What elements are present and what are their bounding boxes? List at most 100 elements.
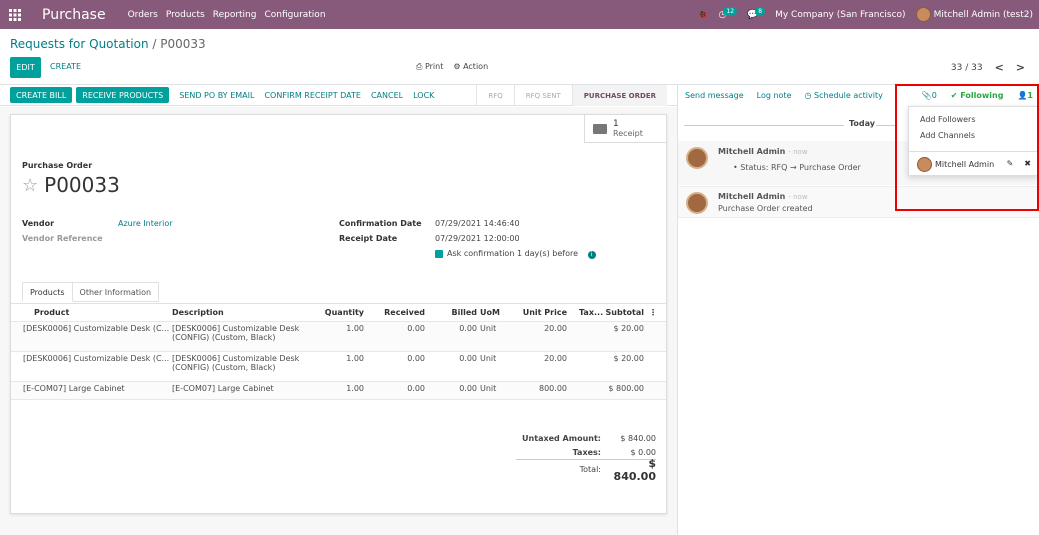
print-menu[interactable]: ⎙ Print <box>416 62 443 72</box>
followers-button[interactable]: 👤1 <box>1017 91 1033 100</box>
message-time: - now <box>788 193 808 201</box>
star-icon[interactable]: ☆ <box>22 175 38 196</box>
stage-rfq[interactable]: RFQ <box>476 85 513 106</box>
clock-icon: ◷ <box>804 91 812 100</box>
form-type-label: Purchase Order <box>22 161 93 170</box>
total-row: Total: $ 840.00 <box>516 457 656 483</box>
untaxed-row: Untaxed Amount: $ 840.00 <box>516 431 656 445</box>
follower-item[interactable]: Mitchell Admin <box>917 157 994 172</box>
ask-confirmation-checkbox[interactable] <box>435 249 443 258</box>
menu-orders[interactable]: Orders <box>128 10 158 20</box>
receive-products-button[interactable]: RECEIVE PRODUCTS <box>76 87 170 103</box>
edit-follower-icon[interactable]: ✎ <box>1007 159 1014 168</box>
cell-quantity: 1.00 <box>346 324 364 333</box>
follower-avatar <box>917 157 932 172</box>
action-menu[interactable]: ⚙ Action <box>453 62 488 72</box>
activity-menu[interactable]: ◷12 <box>719 6 738 20</box>
pager-next-icon[interactable]: > <box>1016 61 1025 74</box>
followers-bar: 📎0 ✔ Following 👤1 <box>922 91 1033 100</box>
menu-configuration[interactable]: Configuration <box>264 10 325 20</box>
edit-button[interactable]: EDIT <box>10 57 41 78</box>
stage-purchase-order[interactable]: PURCHASE ORDER <box>571 85 667 106</box>
author-avatar[interactable] <box>686 192 708 214</box>
author-name[interactable]: Mitchell Admin <box>718 147 785 156</box>
cell-billed: 0.00 <box>459 354 477 363</box>
message-body: Purchase Order created <box>718 204 813 213</box>
order-lines-table: Product Description Quantity Received Bi… <box>11 303 666 400</box>
check-icon: ✔ <box>950 91 958 100</box>
user-menu[interactable]: Mitchell Admin (test2) <box>915 7 1033 22</box>
pager-previous-icon[interactable]: < <box>995 61 1004 74</box>
author-avatar[interactable] <box>686 147 708 169</box>
total-value: $ 840.00 <box>613 456 656 483</box>
cell-uom: Unit <box>480 324 497 333</box>
column-quantity[interactable]: Quantity <box>312 306 364 319</box>
action-label: Action <box>463 62 489 71</box>
column-product[interactable]: Product <box>11 306 172 319</box>
cancel-button[interactable]: CANCEL <box>371 91 403 100</box>
receipt-smart-button[interactable]: 1 Receipt <box>584 115 666 143</box>
breadcrumb-parent[interactable]: Requests for Quotation <box>10 37 149 51</box>
column-billed[interactable]: Billed <box>425 306 477 319</box>
schedule-activity-label: Schedule activity <box>814 91 883 100</box>
ask-confirmation-label: Ask confirmation <box>447 249 515 258</box>
vendor-field[interactable]: Azure Interior <box>118 219 173 228</box>
ask-confirmation-row: Ask confirmation 1 day(s) before i <box>435 249 596 259</box>
log-note-button[interactable]: Log note <box>757 91 792 100</box>
stage-rfq-sent[interactable]: RFQ SENT <box>513 85 572 106</box>
cell-description: [E-COM07] Large Cabinet <box>172 384 274 393</box>
column-unit-price[interactable]: Unit Price <box>507 306 567 319</box>
pager-value[interactable]: 33 / 33 <box>951 63 983 73</box>
company-switcher[interactable]: My Company (San Francisco) <box>775 10 905 20</box>
record-title: ☆ P00033 <box>22 173 120 197</box>
print-icon: ⎙ <box>416 62 423 71</box>
table-row[interactable]: [DESK0006] Customizable Desk (C... [DESK… <box>11 352 666 382</box>
add-followers-item[interactable]: Add Followers <box>920 115 976 124</box>
create-bill-button[interactable]: CREATE BILL <box>10 87 73 103</box>
create-button[interactable]: CREATE <box>50 62 81 71</box>
top-navbar: Purchase Orders Products Reporting Confi… <box>0 0 1039 29</box>
send-po-email-button[interactable]: SEND PO BY EMAIL <box>179 91 254 100</box>
info-icon[interactable]: i <box>587 251 596 259</box>
messages-badge: 8 <box>755 6 766 16</box>
taxes-value: $ 0.00 <box>630 447 656 457</box>
message-time: - now <box>788 148 808 156</box>
column-description[interactable]: Description <box>172 306 312 319</box>
cell-uom: Unit <box>480 384 497 393</box>
author-name[interactable]: Mitchell Admin <box>718 192 785 201</box>
column-taxes[interactable]: Tax... <box>567 306 603 319</box>
confirm-receipt-date-button[interactable]: CONFIRM RECEIPT DATE <box>264 91 361 100</box>
menu-reporting[interactable]: Reporting <box>213 10 257 20</box>
cell-subtotal: $ 20.00 <box>613 354 644 363</box>
breadcrumb: Requests for Quotation / P00033 <box>10 37 206 51</box>
column-subtotal[interactable]: Subtotal <box>600 306 644 319</box>
lock-button[interactable]: LOCK <box>413 91 434 100</box>
add-channels-item[interactable]: Add Channels <box>920 131 975 140</box>
table-row[interactable]: [DESK0006] Customizable Desk (C... [DESK… <box>11 322 666 352</box>
table-row[interactable]: [E-COM07] Large Cabinet [E-COM07] Large … <box>11 382 666 400</box>
confirmation-date-field: 07/29/2021 14:46:40 <box>435 219 520 228</box>
column-uom[interactable]: UoM <box>477 306 507 319</box>
attachments-button[interactable]: 📎0 <box>922 91 937 100</box>
following-button[interactable]: ✔ Following <box>951 91 1004 100</box>
optional-columns-icon[interactable]: ⋮ <box>644 306 662 319</box>
table-header: Product Description Quantity Received Bi… <box>11 304 666 322</box>
separator-line-right <box>876 125 896 126</box>
schedule-activity-button[interactable]: ◷ Schedule activity <box>805 91 883 100</box>
cell-taxes <box>567 352 600 356</box>
followers-count: 1 <box>1027 91 1033 100</box>
untaxed-label: Untaxed Amount: <box>522 433 601 443</box>
tab-products[interactable]: Products <box>22 282 73 302</box>
bug-icon[interactable]: 🐞 <box>697 10 708 20</box>
apps-menu-icon[interactable] <box>0 8 30 21</box>
send-message-button[interactable]: Send message <box>685 91 744 100</box>
menu-products[interactable]: Products <box>166 10 205 20</box>
cell-quantity: 1.00 <box>346 354 364 363</box>
cell-taxes <box>567 382 600 386</box>
messaging-menu[interactable]: 💬8 <box>747 6 766 20</box>
tab-other-information[interactable]: Other Information <box>72 282 160 302</box>
order-name: P00033 <box>44 173 120 197</box>
remove-follower-icon[interactable]: ✖ <box>1024 159 1031 168</box>
column-received[interactable]: Received <box>364 306 425 319</box>
app-title[interactable]: Purchase <box>42 7 106 23</box>
